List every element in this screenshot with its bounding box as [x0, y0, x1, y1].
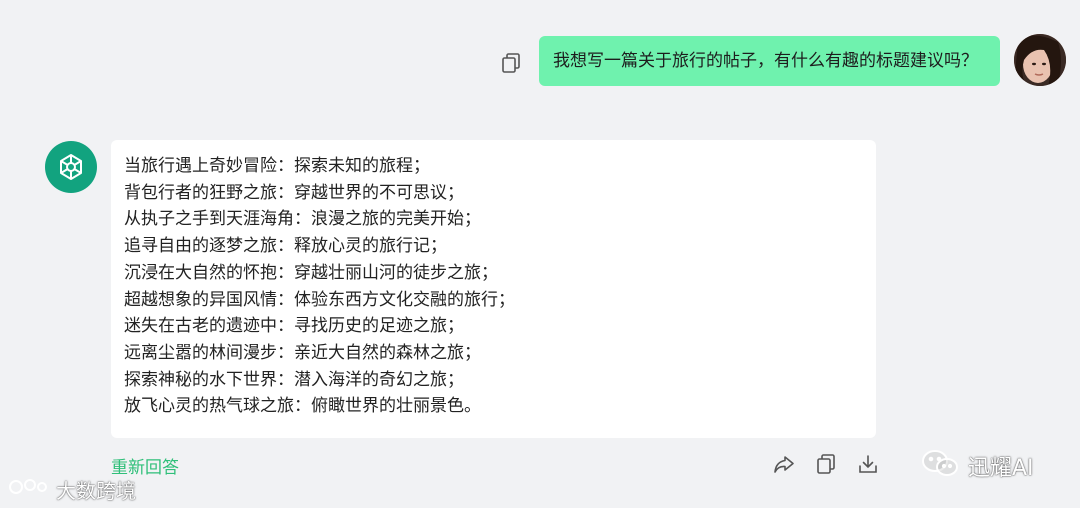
response-line: 远离尘嚣的林间漫步：亲近大自然的森林之旅； — [124, 342, 481, 363]
response-line: 超越想象的异国风情：体验东西方文化交融的旅行； — [124, 289, 515, 310]
share-icon[interactable] — [772, 452, 796, 476]
response-line: 探索神秘的水下世界：潜入海洋的奇幻之旅； — [124, 369, 464, 390]
watermark-xunyao: 迅耀AI — [920, 448, 1034, 484]
response-line: 追寻自由的逐梦之旅：释放心灵的旅行记； — [124, 236, 447, 257]
copy-icon[interactable] — [814, 452, 838, 476]
response-line: 背包行者的狂野之旅：穿越世界的不可思议； — [124, 182, 464, 203]
wechat-icon — [920, 448, 960, 484]
user-message-row: 我想写一篇关于旅行的帖子，有什么有趣的标题建议吗？ — [502, 34, 1066, 86]
copy-icon[interactable] — [499, 51, 523, 75]
download-icon[interactable] — [856, 452, 880, 476]
watermark-text: 大数跨境 — [56, 479, 136, 503]
response-line: 放飞心灵的热气球之旅：俯瞰世界的壮丽景色。 — [124, 396, 481, 417]
assistant-message-card: 当旅行遇上奇妙冒险：探索未知的旅程； 背包行者的狂野之旅：穿越世界的不可思议； … — [111, 140, 876, 438]
message-actions — [772, 452, 880, 476]
user-message-bubble: 我想写一篇关于旅行的帖子，有什么有趣的标题建议吗？ — [539, 36, 1000, 86]
watermark-dashu: 大数跨境 — [8, 475, 136, 504]
openai-logo-icon — [45, 141, 97, 193]
response-line: 当旅行遇上奇妙冒险：探索未知的旅程； — [124, 156, 430, 176]
brand-logo-icon — [8, 476, 50, 503]
response-line: 沉浸在大自然的怀抱：穿越壮丽山河的徒步之旅； — [124, 262, 498, 283]
response-line: 迷失在古老的遗迹中：寻找历史的足迹之旅； — [124, 316, 464, 337]
user-avatar[interactable] — [1014, 34, 1066, 86]
watermark-text: 迅耀AI — [968, 456, 1034, 481]
response-line: 从执子之手到天涯海角：浪漫之旅的完美开始； — [124, 209, 481, 230]
